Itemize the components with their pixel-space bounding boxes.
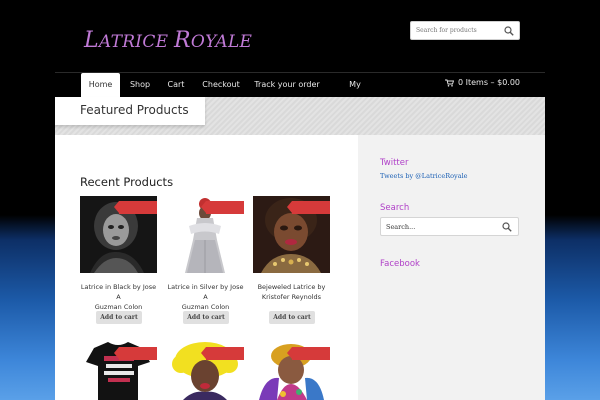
logo-letter-r: R xyxy=(174,28,191,53)
sale-ribbon xyxy=(201,347,244,360)
product-card xyxy=(253,342,330,400)
twitter-widget-title: Twitter xyxy=(380,158,409,168)
product-name[interactable]: Latrice in Black by Jose A Guzman Colon xyxy=(80,282,157,312)
sale-ribbon xyxy=(114,347,157,360)
search-icon[interactable] xyxy=(502,222,512,232)
main-nav: Home Shop Cart Checkout Track your order… xyxy=(55,72,545,112)
nav-cart[interactable]: Cart xyxy=(165,73,187,98)
title-tab: Featured Products xyxy=(55,97,205,125)
facebook-widget-title: Facebook xyxy=(380,259,420,269)
header-search-box xyxy=(410,21,520,40)
page-title: Featured Products xyxy=(80,103,189,117)
product-card xyxy=(80,342,157,400)
sale-ribbon xyxy=(201,201,244,214)
product-image[interactable] xyxy=(80,342,157,400)
nav-home[interactable]: Home xyxy=(81,73,120,98)
nav-my-account[interactable]: My Account xyxy=(332,73,378,112)
product-card: Latrice in Silver by Jose A Guzman Colon xyxy=(167,196,244,312)
product-image[interactable] xyxy=(80,196,157,273)
product-card: Latrice in Black by Jose A Guzman Colon xyxy=(80,196,157,312)
recent-products-heading: Recent Products xyxy=(80,175,174,189)
search-widget-title: Search xyxy=(380,203,410,213)
product-card: Bejeweled Latrice by Kristofer Reynolds xyxy=(253,196,330,302)
product-image[interactable] xyxy=(167,196,244,273)
product-name-line-1: Bejeweled Latrice by xyxy=(257,283,326,291)
product-name[interactable]: Bejeweled Latrice by Kristofer Reynolds xyxy=(253,282,330,302)
site-logo[interactable]: LATRICE ROYALE xyxy=(84,28,252,53)
add-to-cart-button[interactable]: Add to cart xyxy=(96,311,142,324)
logo-text-atrice: ATRICE xyxy=(98,32,175,52)
product-name-line-2: Guzman Colon xyxy=(94,303,143,311)
product-name-line-1: Latrice in Black by Jose A xyxy=(80,283,157,301)
twitter-feed-link[interactable]: Tweets by @LatriceRoyale xyxy=(380,172,468,180)
cart-icon xyxy=(445,79,454,87)
nav-shop[interactable]: Shop xyxy=(125,73,155,98)
cart-summary-text: 0 Items – $0.00 xyxy=(458,78,520,87)
product-name-line-1: Latrice in Silver by Jose A xyxy=(167,283,244,301)
add-to-cart-button[interactable]: Add to cart xyxy=(183,311,229,324)
sidebar-search-box xyxy=(380,217,519,236)
product-image[interactable] xyxy=(167,342,244,400)
sale-ribbon xyxy=(287,347,330,360)
product-card xyxy=(167,342,244,400)
sale-ribbon xyxy=(287,201,330,214)
sidebar-search-input[interactable] xyxy=(386,220,496,234)
product-name-line-2: Guzman Colon xyxy=(181,303,230,311)
logo-text-oyale: OYALE xyxy=(190,32,253,52)
product-image[interactable] xyxy=(253,196,330,273)
search-icon[interactable] xyxy=(504,26,514,36)
cart-summary-link[interactable]: 0 Items – $0.00 xyxy=(445,73,520,93)
product-image[interactable] xyxy=(253,342,330,400)
sale-ribbon xyxy=(114,201,157,214)
nav-checkout[interactable]: Checkout xyxy=(200,73,242,98)
header-search-input[interactable] xyxy=(416,23,504,38)
add-to-cart-button[interactable]: Add to cart xyxy=(269,311,315,324)
product-name-line-2: Kristofer Reynolds xyxy=(261,293,322,301)
logo-letter-l: L xyxy=(84,28,99,53)
nav-track-order[interactable]: Track your order xyxy=(254,73,320,98)
product-name[interactable]: Latrice in Silver by Jose A Guzman Colon xyxy=(167,282,244,312)
